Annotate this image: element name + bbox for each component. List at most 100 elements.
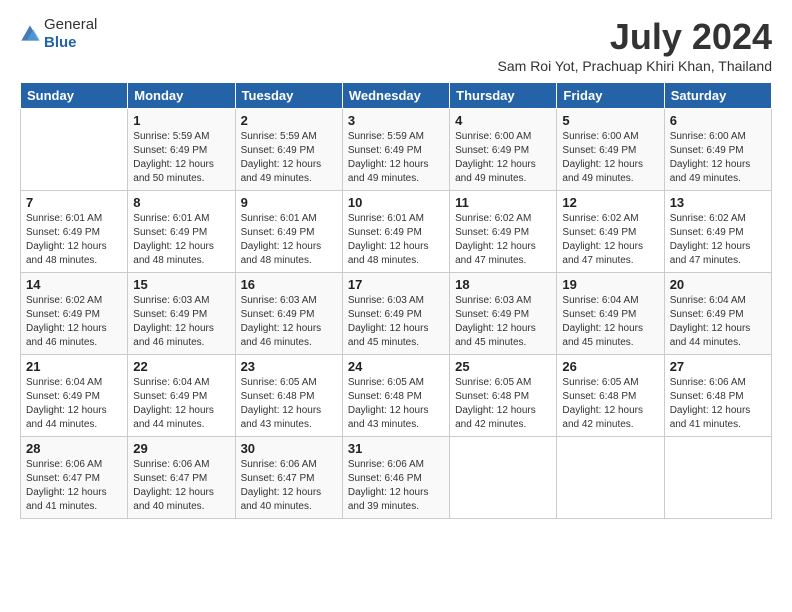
day-number: 7 xyxy=(26,195,122,210)
day-info: Sunrise: 6:05 AMSunset: 6:48 PMDaylight:… xyxy=(348,376,444,432)
day-cell: 27 Sunrise: 6:06 AMSunset: 6:48 PMDaylig… xyxy=(664,355,771,437)
day-cell: 4 Sunrise: 6:00 AMSunset: 6:49 PMDayligh… xyxy=(450,109,557,191)
day-number: 2 xyxy=(241,113,337,128)
day-info: Sunrise: 6:00 AMSunset: 6:49 PMDaylight:… xyxy=(455,130,551,186)
day-cell: 25 Sunrise: 6:05 AMSunset: 6:48 PMDaylig… xyxy=(450,355,557,437)
day-number: 24 xyxy=(348,359,444,374)
day-cell: 8 Sunrise: 6:01 AMSunset: 6:49 PMDayligh… xyxy=(128,191,235,273)
day-cell: 18 Sunrise: 6:03 AMSunset: 6:49 PMDaylig… xyxy=(450,273,557,355)
day-cell: 7 Sunrise: 6:01 AMSunset: 6:49 PMDayligh… xyxy=(21,191,128,273)
logo: General Blue xyxy=(20,16,97,52)
day-number: 11 xyxy=(455,195,551,210)
day-info: Sunrise: 6:05 AMSunset: 6:48 PMDaylight:… xyxy=(241,376,337,432)
day-info: Sunrise: 5:59 AMSunset: 6:49 PMDaylight:… xyxy=(133,130,229,186)
day-info: Sunrise: 6:06 AMSunset: 6:46 PMDaylight:… xyxy=(348,458,444,514)
week-row-4: 21 Sunrise: 6:04 AMSunset: 6:49 PMDaylig… xyxy=(21,355,772,437)
day-info: Sunrise: 6:05 AMSunset: 6:48 PMDaylight:… xyxy=(455,376,551,432)
day-number: 22 xyxy=(133,359,229,374)
day-number: 23 xyxy=(241,359,337,374)
day-number: 20 xyxy=(670,277,766,292)
day-number: 21 xyxy=(26,359,122,374)
day-cell: 16 Sunrise: 6:03 AMSunset: 6:49 PMDaylig… xyxy=(235,273,342,355)
day-info: Sunrise: 6:06 AMSunset: 6:48 PMDaylight:… xyxy=(670,376,766,432)
day-info: Sunrise: 6:02 AMSunset: 6:49 PMDaylight:… xyxy=(670,212,766,268)
day-cell xyxy=(557,437,664,519)
day-number: 12 xyxy=(562,195,658,210)
week-row-3: 14 Sunrise: 6:02 AMSunset: 6:49 PMDaylig… xyxy=(21,273,772,355)
day-info: Sunrise: 6:04 AMSunset: 6:49 PMDaylight:… xyxy=(133,376,229,432)
logo-blue: Blue xyxy=(44,34,97,52)
day-number: 18 xyxy=(455,277,551,292)
col-wednesday: Wednesday xyxy=(342,83,449,109)
day-cell: 1 Sunrise: 5:59 AMSunset: 6:49 PMDayligh… xyxy=(128,109,235,191)
day-number: 13 xyxy=(670,195,766,210)
day-cell: 2 Sunrise: 5:59 AMSunset: 6:49 PMDayligh… xyxy=(235,109,342,191)
month-title: July 2024 xyxy=(498,16,772,58)
day-cell: 3 Sunrise: 5:59 AMSunset: 6:49 PMDayligh… xyxy=(342,109,449,191)
day-number: 15 xyxy=(133,277,229,292)
day-info: Sunrise: 5:59 AMSunset: 6:49 PMDaylight:… xyxy=(348,130,444,186)
col-saturday: Saturday xyxy=(664,83,771,109)
day-cell xyxy=(450,437,557,519)
day-number: 29 xyxy=(133,441,229,456)
day-info: Sunrise: 5:59 AMSunset: 6:49 PMDaylight:… xyxy=(241,130,337,186)
day-info: Sunrise: 6:04 AMSunset: 6:49 PMDaylight:… xyxy=(562,294,658,350)
day-number: 4 xyxy=(455,113,551,128)
week-row-5: 28 Sunrise: 6:06 AMSunset: 6:47 PMDaylig… xyxy=(21,437,772,519)
day-cell: 17 Sunrise: 6:03 AMSunset: 6:49 PMDaylig… xyxy=(342,273,449,355)
col-thursday: Thursday xyxy=(450,83,557,109)
day-info: Sunrise: 6:01 AMSunset: 6:49 PMDaylight:… xyxy=(241,212,337,268)
week-row-1: 1 Sunrise: 5:59 AMSunset: 6:49 PMDayligh… xyxy=(21,109,772,191)
day-cell: 15 Sunrise: 6:03 AMSunset: 6:49 PMDaylig… xyxy=(128,273,235,355)
day-cell: 12 Sunrise: 6:02 AMSunset: 6:49 PMDaylig… xyxy=(557,191,664,273)
day-info: Sunrise: 6:04 AMSunset: 6:49 PMDaylight:… xyxy=(670,294,766,350)
day-cell: 21 Sunrise: 6:04 AMSunset: 6:49 PMDaylig… xyxy=(21,355,128,437)
day-info: Sunrise: 6:00 AMSunset: 6:49 PMDaylight:… xyxy=(670,130,766,186)
calendar-table: Sunday Monday Tuesday Wednesday Thursday… xyxy=(20,82,772,519)
day-info: Sunrise: 6:05 AMSunset: 6:48 PMDaylight:… xyxy=(562,376,658,432)
day-cell xyxy=(21,109,128,191)
day-cell xyxy=(664,437,771,519)
day-number: 5 xyxy=(562,113,658,128)
day-cell: 28 Sunrise: 6:06 AMSunset: 6:47 PMDaylig… xyxy=(21,437,128,519)
day-number: 3 xyxy=(348,113,444,128)
location-subtitle: Sam Roi Yot, Prachuap Khiri Khan, Thaila… xyxy=(498,58,772,74)
day-number: 17 xyxy=(348,277,444,292)
page: General Blue July 2024 Sam Roi Yot, Prac… xyxy=(0,0,792,529)
day-cell: 26 Sunrise: 6:05 AMSunset: 6:48 PMDaylig… xyxy=(557,355,664,437)
day-info: Sunrise: 6:01 AMSunset: 6:49 PMDaylight:… xyxy=(133,212,229,268)
col-monday: Monday xyxy=(128,83,235,109)
day-info: Sunrise: 6:02 AMSunset: 6:49 PMDaylight:… xyxy=(455,212,551,268)
day-cell: 6 Sunrise: 6:00 AMSunset: 6:49 PMDayligh… xyxy=(664,109,771,191)
col-friday: Friday xyxy=(557,83,664,109)
day-cell: 31 Sunrise: 6:06 AMSunset: 6:46 PMDaylig… xyxy=(342,437,449,519)
day-number: 8 xyxy=(133,195,229,210)
day-number: 9 xyxy=(241,195,337,210)
day-number: 25 xyxy=(455,359,551,374)
logo-text: General Blue xyxy=(44,16,97,52)
day-cell: 24 Sunrise: 6:05 AMSunset: 6:48 PMDaylig… xyxy=(342,355,449,437)
day-info: Sunrise: 6:02 AMSunset: 6:49 PMDaylight:… xyxy=(562,212,658,268)
day-info: Sunrise: 6:06 AMSunset: 6:47 PMDaylight:… xyxy=(241,458,337,514)
day-cell: 22 Sunrise: 6:04 AMSunset: 6:49 PMDaylig… xyxy=(128,355,235,437)
logo-general: General xyxy=(44,16,97,34)
day-info: Sunrise: 6:01 AMSunset: 6:49 PMDaylight:… xyxy=(26,212,122,268)
header-row: Sunday Monday Tuesday Wednesday Thursday… xyxy=(21,83,772,109)
day-cell: 14 Sunrise: 6:02 AMSunset: 6:49 PMDaylig… xyxy=(21,273,128,355)
day-cell: 5 Sunrise: 6:00 AMSunset: 6:49 PMDayligh… xyxy=(557,109,664,191)
week-row-2: 7 Sunrise: 6:01 AMSunset: 6:49 PMDayligh… xyxy=(21,191,772,273)
day-number: 10 xyxy=(348,195,444,210)
day-cell: 30 Sunrise: 6:06 AMSunset: 6:47 PMDaylig… xyxy=(235,437,342,519)
logo-icon xyxy=(20,24,40,44)
day-cell: 10 Sunrise: 6:01 AMSunset: 6:49 PMDaylig… xyxy=(342,191,449,273)
day-info: Sunrise: 6:00 AMSunset: 6:49 PMDaylight:… xyxy=(562,130,658,186)
day-info: Sunrise: 6:03 AMSunset: 6:49 PMDaylight:… xyxy=(133,294,229,350)
col-tuesday: Tuesday xyxy=(235,83,342,109)
day-cell: 9 Sunrise: 6:01 AMSunset: 6:49 PMDayligh… xyxy=(235,191,342,273)
day-info: Sunrise: 6:04 AMSunset: 6:49 PMDaylight:… xyxy=(26,376,122,432)
day-number: 16 xyxy=(241,277,337,292)
day-number: 14 xyxy=(26,277,122,292)
day-number: 31 xyxy=(348,441,444,456)
calendar-body: 1 Sunrise: 5:59 AMSunset: 6:49 PMDayligh… xyxy=(21,109,772,519)
day-info: Sunrise: 6:03 AMSunset: 6:49 PMDaylight:… xyxy=(241,294,337,350)
